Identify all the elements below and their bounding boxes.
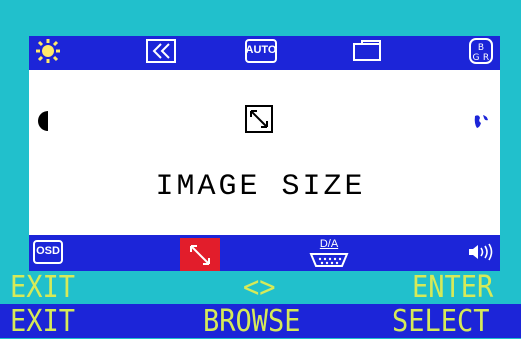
auto-adjust-icon[interactable]: AUTO [245,38,277,64]
page-title: IMAGE SIZE [155,170,366,204]
volume-icon[interactable] [466,242,494,262]
hints-row: EXIT <> ENTER [0,271,521,304]
auto-label: AUTO [245,44,277,56]
exit-button[interactable]: EXIT [10,307,75,337]
select-button[interactable]: SELECT [392,307,490,337]
enter-hint: ENTER [412,270,494,305]
osd-label: OSD [36,245,60,257]
d-a-label: D/A [319,238,339,250]
d-a-input-icon[interactable]: D/A [306,238,352,268]
browse-hint: <> [243,270,276,305]
svg-text:G: G [473,53,480,63]
actions-row: EXIT BROWSE SELECT [0,304,521,338]
language-globe-icon[interactable] [468,108,494,134]
image-size-icon[interactable] [180,238,220,271]
osd-settings-icon[interactable]: OSD [33,240,63,264]
rgb-color-icon[interactable]: B G R [468,37,494,65]
browse-button[interactable]: BROWSE [203,307,301,337]
svg-text:R: R [483,53,489,63]
brightness-icon[interactable] [35,38,61,64]
image-size-large-icon [245,105,273,133]
folder-icon[interactable] [352,38,382,64]
exit-hint: EXIT [10,270,76,305]
contrast-icon[interactable] [35,108,61,134]
back-icon[interactable] [145,38,177,64]
content-panel [29,70,500,235]
svg-text:B: B [478,43,484,53]
